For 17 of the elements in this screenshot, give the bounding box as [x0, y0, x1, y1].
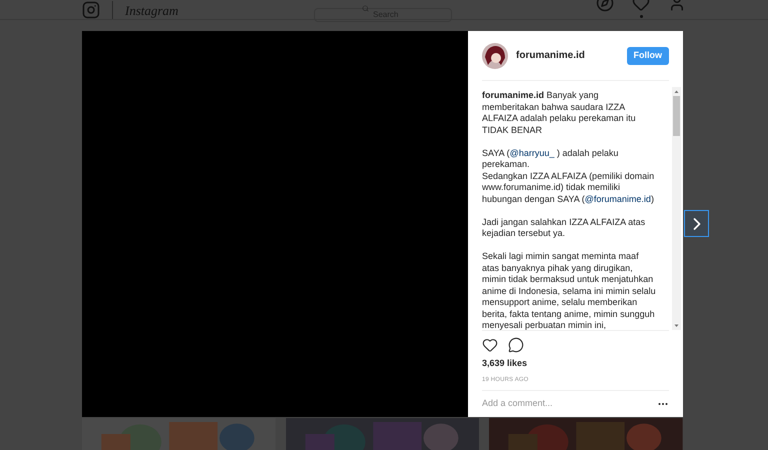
search-icon	[362, 4, 369, 12]
like-icon[interactable]	[482, 337, 498, 353]
mention-link[interactable]: @harryuu_	[510, 148, 554, 158]
comment-field[interactable]: Add a comment...	[482, 397, 657, 410]
likes-count[interactable]: 3,639 likes	[482, 357, 669, 370]
scrollbar[interactable]	[672, 87, 681, 330]
comment-icon[interactable]	[508, 337, 524, 353]
camera-logo-icon[interactable]	[82, 1, 100, 19]
avatar[interactable]	[482, 42, 508, 68]
caption-paragraph: SAYA (@harryuu_ ) adalah pelaku perekaman. Sedangkan IZZA ALFAIZA (pemiliki domain www.forumanime.id) tidak memiliki hubungan dengan SAYA (@forumanime.id)	[482, 148, 656, 205]
mention-link[interactable]: @forumanime.id	[584, 194, 651, 204]
username[interactable]: forumanime.id	[516, 48, 585, 63]
caption-paragraph: Jadi jangan salahkan IZZA ALFAIZA atas kejadian tersebut ya.	[482, 216, 646, 240]
next-button[interactable]	[684, 210, 709, 237]
caption-paragraph: Sekali lagi mimin sangat meminta maaf atas banyaknya pihak yang dirugikan, mimin tidak bermaksud untuk menjatuhkan anime di Indonesia, selama ini mimin selalu mensupport anime, selalu memberikan berita, fakta tentang anime, mimin sungguh menyesali perbuatan mimin ini,	[482, 251, 657, 332]
caption-paragraph: forumanime.id Banyak yang memberitakan bahwa saudara IZZA ALFAIZA adalah pelaku perekaman itu TIDAK BENAR	[482, 90, 637, 136]
scrollbar-thumb[interactable]	[673, 96, 680, 136]
